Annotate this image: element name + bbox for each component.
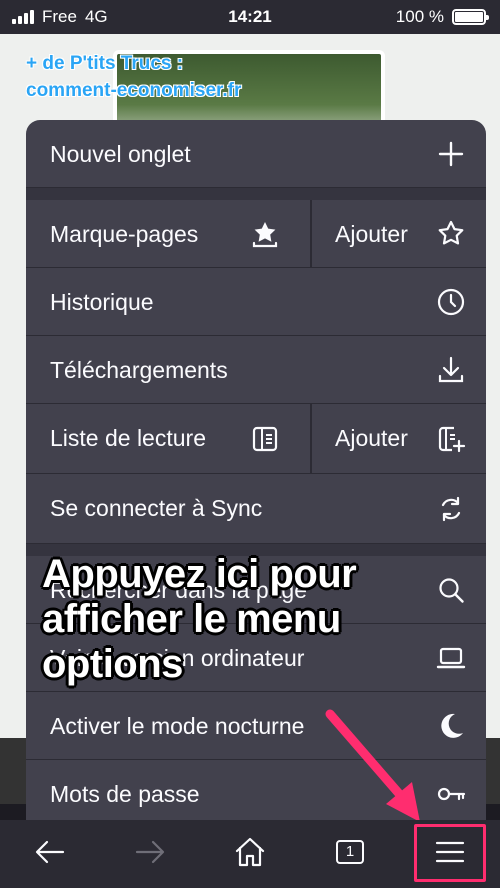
key-icon xyxy=(436,779,466,809)
menu-item-label: Téléchargements xyxy=(50,357,228,383)
menu-item-reading-list-row: Liste de lecture Ajouter xyxy=(26,404,486,474)
menu-item-label: Liste de lecture xyxy=(50,425,206,451)
menu-item-label: Se connecter à Sync xyxy=(50,495,263,521)
moon-icon xyxy=(436,711,466,741)
search-icon xyxy=(436,575,466,605)
add-bookmark-label: Ajouter xyxy=(335,221,408,247)
watermark-line1: + de P'tits Trucs : xyxy=(26,53,184,74)
status-right: 100 % xyxy=(395,7,489,27)
arrow-left-icon xyxy=(35,840,65,864)
menu-item-label: Nouvel onglet xyxy=(50,141,191,167)
laptop-icon xyxy=(436,643,466,673)
battery-percent: 100 % xyxy=(395,7,444,26)
menu-separator xyxy=(26,188,486,200)
back-button[interactable] xyxy=(30,832,70,872)
menu-item-history[interactable]: Historique xyxy=(26,268,486,336)
menu-item-reading-list[interactable]: Liste de lecture xyxy=(26,404,310,474)
bookmark-icon xyxy=(250,219,280,249)
add-reading-list-button[interactable]: Ajouter xyxy=(312,404,486,474)
sync-icon xyxy=(436,494,466,524)
add-bookmark-button[interactable]: Ajouter xyxy=(312,200,486,268)
arrow-right-icon xyxy=(135,840,165,864)
plus-icon xyxy=(436,139,466,169)
menu-item-label: Activer le mode nocturne xyxy=(50,713,305,739)
status-bar: Free 4G 14:21 100 % xyxy=(0,0,500,34)
menu-item-label: Historique xyxy=(50,289,154,315)
tabs-button[interactable]: 1 xyxy=(330,832,370,872)
battery-icon xyxy=(452,9,489,25)
menu-item-new-tab[interactable]: Nouvel onglet xyxy=(26,120,486,188)
add-reading-list-icon xyxy=(436,424,466,454)
menu-item-label: Marque-pages xyxy=(50,221,199,247)
arrow-annotation xyxy=(325,709,420,822)
home-button[interactable] xyxy=(230,832,270,872)
reading-list-icon xyxy=(250,424,280,454)
watermark-line2: comment-economiser.fr xyxy=(26,80,242,101)
tab-count: 1 xyxy=(336,840,364,864)
tutorial-caption: Appuyez ici pour afficher le menu option… xyxy=(42,552,357,686)
watermark: + de P'tits Trucs : comment-economiser.f… xyxy=(26,50,241,104)
forward-button[interactable] xyxy=(130,832,170,872)
menu-item-bookmarks[interactable]: Marque-pages xyxy=(26,200,310,268)
menu-item-label: Mots de passe xyxy=(50,781,200,807)
star-icon xyxy=(436,219,466,249)
download-icon xyxy=(436,355,466,385)
add-reading-list-label: Ajouter xyxy=(335,425,408,451)
menu-item-bookmarks-row: Marque-pages Ajouter xyxy=(26,200,486,268)
menu-button-highlight xyxy=(414,824,486,882)
menu-item-sync[interactable]: Se connecter à Sync xyxy=(26,474,486,544)
menu-item-downloads[interactable]: Téléchargements xyxy=(26,336,486,404)
home-icon xyxy=(235,837,265,867)
clock-icon xyxy=(436,287,466,317)
